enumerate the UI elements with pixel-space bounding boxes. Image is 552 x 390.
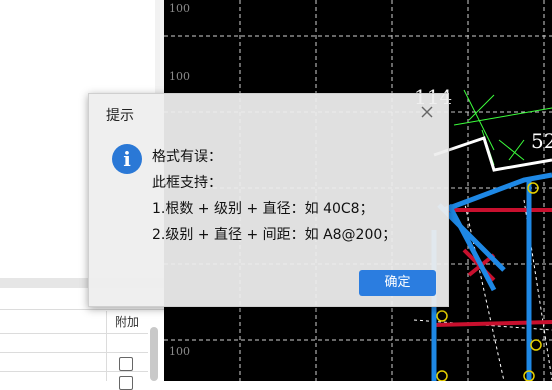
close-icon[interactable] bbox=[419, 104, 435, 120]
info-icon: i bbox=[112, 144, 142, 174]
table-row-divider bbox=[0, 352, 148, 353]
message-line-error: 格式有误： bbox=[152, 149, 222, 165]
table-row-divider bbox=[0, 371, 148, 372]
message-dialog: 提示 i 格式有误： 此框支持： 1.根数 + 级别 + 直径：如 40C8； … bbox=[88, 93, 449, 307]
axis-label: 100 bbox=[169, 70, 190, 83]
table-row-divider bbox=[0, 333, 148, 334]
dialog-title: 提示 bbox=[106, 108, 134, 124]
cad-green-lines bbox=[453, 89, 552, 166]
axis-label: 100 bbox=[169, 345, 190, 358]
cad-annotation-52: 52 bbox=[531, 129, 552, 153]
table-scrollbar-thumb[interactable] bbox=[150, 327, 158, 381]
ok-button[interactable]: 确定 bbox=[359, 270, 436, 296]
axis-label: 100 bbox=[169, 2, 190, 15]
table-header-fujia: 附加 bbox=[106, 311, 147, 333]
message-line-supported: 此框支持： bbox=[152, 175, 222, 191]
table-row-checkbox[interactable] bbox=[119, 376, 133, 390]
table-row-checkbox[interactable] bbox=[119, 357, 133, 371]
message-line-format-2: 2.级别 + 直径 + 间距：如 A8@200； bbox=[152, 227, 397, 243]
message-line-format-1: 1.根数 + 级别 + 直径：如 40C8； bbox=[152, 201, 374, 217]
